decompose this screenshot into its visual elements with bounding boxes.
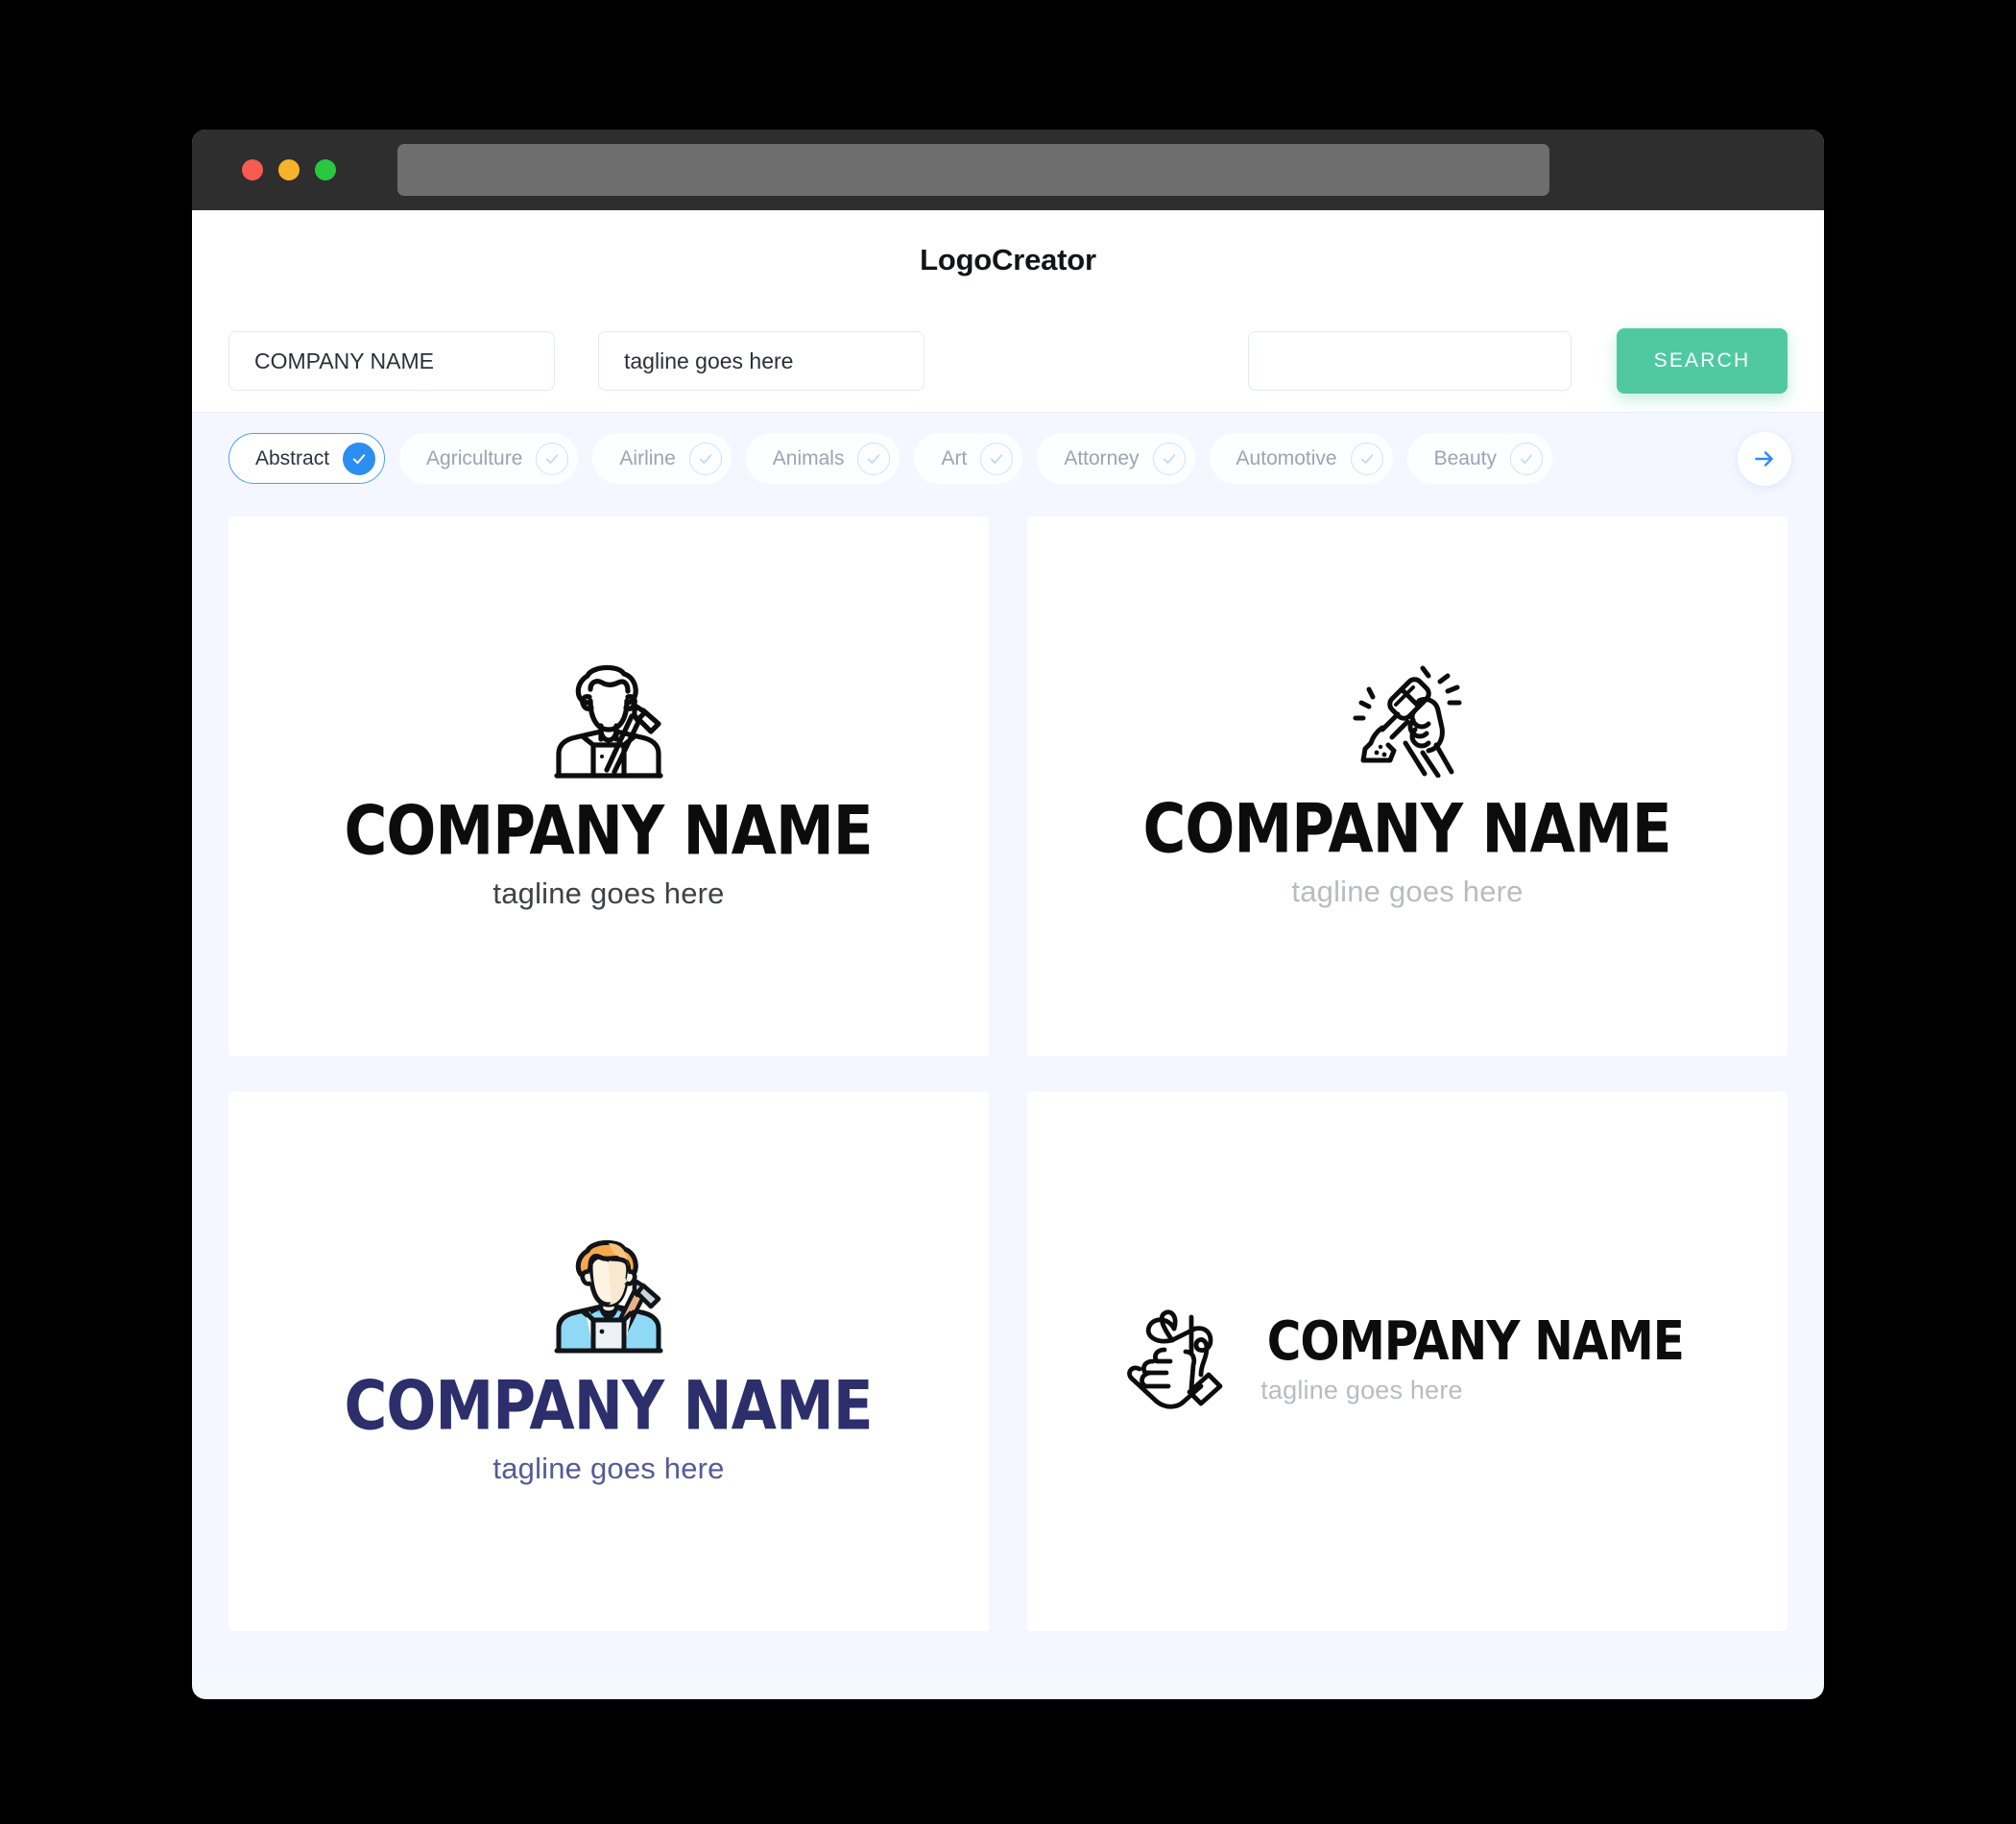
category-chip-airline[interactable]: Airline: [592, 433, 732, 484]
logo-tagline: tagline goes here: [492, 876, 725, 910]
page-title: LogoCreator: [920, 243, 1096, 276]
url-bar[interactable]: [397, 144, 1549, 196]
category-chip-label: Animals: [772, 446, 845, 469]
category-chip-beauty[interactable]: Beauty: [1406, 433, 1552, 484]
category-filter-bar: Abstract Agriculture Airline Animals Art: [192, 413, 1824, 504]
keyword-input[interactable]: [1248, 331, 1572, 391]
logo-company-name: COMPANY NAME: [1142, 789, 1672, 868]
check-icon: [1510, 442, 1543, 475]
category-chip-label: Agriculture: [426, 446, 523, 469]
hand-needle-heart-outline-icon: [1127, 1309, 1223, 1409]
worker-with-hammer-color-icon: [554, 1239, 663, 1353]
logo-card[interactable]: COMPANY NAME tagline goes here: [228, 1092, 989, 1631]
category-chip-abstract[interactable]: Abstract: [228, 433, 386, 484]
check-icon: [857, 442, 891, 475]
minimize-button[interactable]: [278, 159, 300, 180]
check-icon: [536, 442, 569, 475]
check-icon: [980, 442, 1014, 475]
category-chip-label: Automotive: [1236, 446, 1337, 469]
category-chip-label: Abstract: [255, 446, 330, 469]
check-icon: [343, 442, 376, 475]
check-icon: [688, 442, 722, 475]
logo-company-name: COMPANY NAME: [1266, 1309, 1685, 1373]
category-chip-label: Beauty: [1433, 446, 1497, 469]
category-chip-agriculture[interactable]: Agriculture: [399, 433, 579, 484]
worker-with-hammer-outline-icon: [554, 664, 663, 779]
logo-tagline: tagline goes here: [1260, 1376, 1463, 1404]
search-bar: SEARCH: [192, 310, 1824, 413]
check-icon: [1152, 442, 1186, 475]
category-chip-animals[interactable]: Animals: [745, 433, 900, 484]
category-chip-automotive[interactable]: Automotive: [1209, 433, 1393, 484]
check-icon: [1350, 442, 1383, 475]
category-chip-label: Art: [941, 446, 968, 469]
close-button[interactable]: [242, 159, 263, 180]
logo-card[interactable]: COMPANY NAME tagline goes here: [228, 516, 989, 1056]
category-chip-art[interactable]: Art: [914, 433, 1023, 484]
tagline-input[interactable]: [598, 331, 924, 391]
logo-tagline: tagline goes here: [1291, 874, 1524, 908]
logo-tagline: tagline goes here: [492, 1451, 725, 1485]
search-button[interactable]: SEARCH: [1617, 328, 1788, 394]
category-chip-label: Airline: [619, 446, 676, 469]
logo-card[interactable]: COMPANY NAME tagline goes here: [1027, 516, 1788, 1056]
brand-header: LogoCreator: [192, 210, 1824, 310]
logo-company-name: COMPANY NAME: [344, 1366, 874, 1445]
category-chip-label: Attorney: [1064, 446, 1140, 469]
category-chip-attorney[interactable]: Attorney: [1037, 433, 1195, 484]
traffic-lights: [242, 159, 336, 180]
logo-results-grid: COMPANY NAME tagline goes here COMPANY N…: [192, 504, 1824, 1676]
arrow-right-icon[interactable]: [1738, 431, 1791, 486]
company-name-input[interactable]: [228, 331, 555, 391]
jackhammer-hands-outline-icon: [1353, 665, 1462, 778]
logo-card[interactable]: COMPANY NAME tagline goes here: [1027, 1092, 1788, 1631]
logo-company-name: COMPANY NAME: [344, 791, 874, 870]
maximize-button[interactable]: [315, 159, 336, 180]
browser-window: LogoCreator SEARCH Abstract Agriculture …: [192, 130, 1824, 1699]
browser-titlebar: [192, 130, 1824, 210]
